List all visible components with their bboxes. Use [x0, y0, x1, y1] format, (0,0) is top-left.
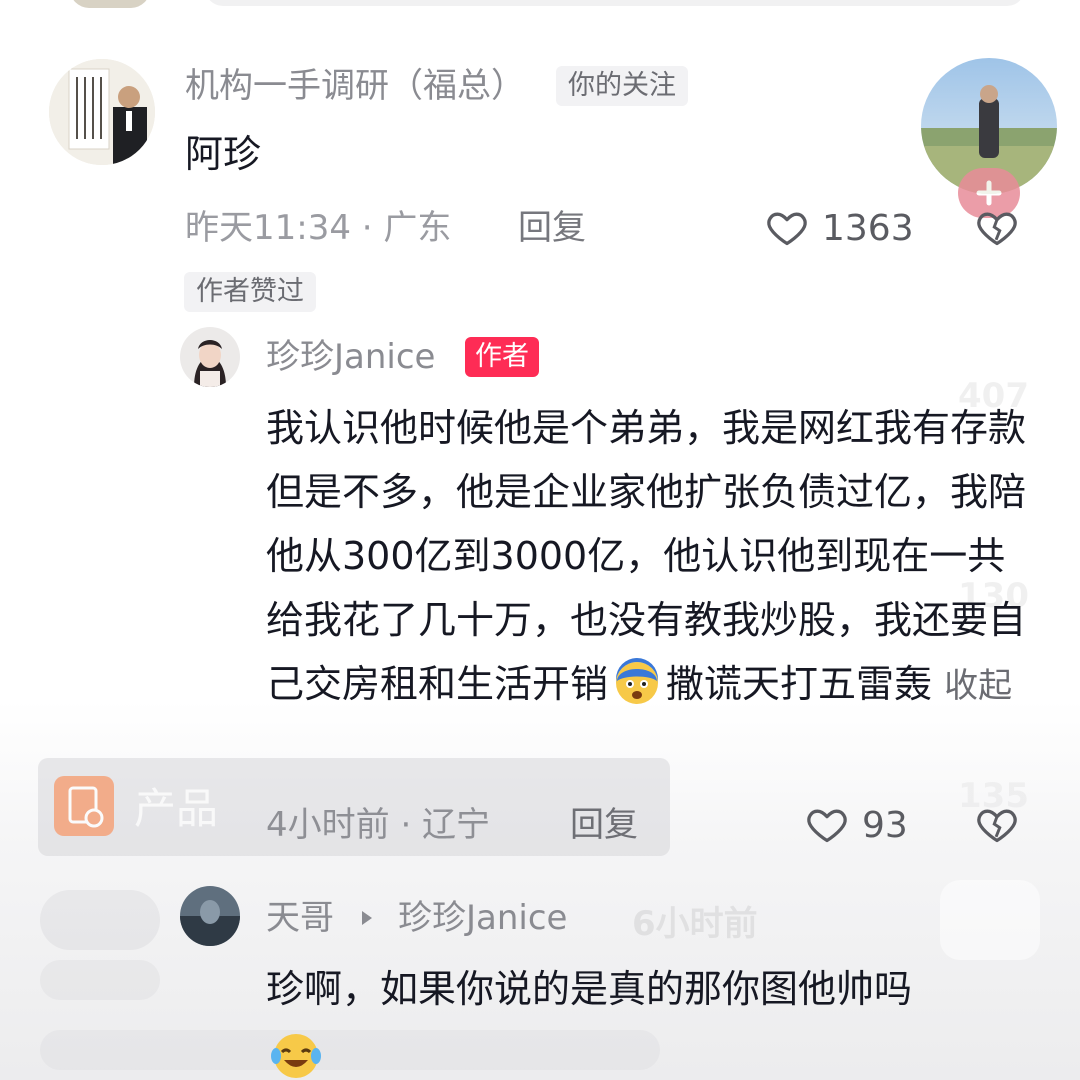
- reply2-username[interactable]: 天哥: [266, 898, 334, 938]
- heart-icon: [767, 212, 807, 246]
- comment-text: 阿珍: [185, 132, 262, 176]
- previous-avatar-sliver: [70, 0, 150, 8]
- commenter-username[interactable]: 机构一手调研（福总）: [185, 66, 525, 106]
- ghost-time: 6小时前: [632, 904, 758, 944]
- author-reply-like-count: 93: [862, 805, 908, 846]
- author-avatar[interactable]: [180, 327, 240, 387]
- bottom-fade-overlay: [0, 700, 1080, 1080]
- follow-status-tag: 你的关注: [556, 66, 688, 106]
- dislike-broken-heart-icon[interactable]: [974, 205, 1020, 249]
- laughing-crying-emoji-icon: [271, 1034, 321, 1078]
- reply-button[interactable]: 回复: [518, 208, 586, 248]
- scared-face-emoji-icon: [616, 658, 659, 704]
- blurred-bg-row-2: [40, 960, 160, 1000]
- reply2-text: 珍啊，如果你说的是真的那你图他帅吗: [266, 967, 913, 1011]
- comment-time-location: 昨天11:34 · 广东: [185, 208, 452, 248]
- previous-comment-sliver: [205, 0, 1025, 6]
- dislike-broken-heart-icon[interactable]: [974, 802, 1020, 846]
- reply2-avatar[interactable]: [180, 886, 240, 946]
- reply2-target-username[interactable]: 珍珍Janice: [398, 898, 567, 938]
- like-count: 1363: [822, 208, 914, 249]
- blurred-bg-row-3: [40, 1030, 660, 1070]
- author-tag: 作者: [465, 337, 539, 377]
- heart-icon: [807, 809, 847, 843]
- author-reply-time-location: 4小时前 · 辽宁: [266, 805, 491, 845]
- ghost-share-arrow: [940, 880, 1040, 960]
- author-liked-tag: 作者赞过: [184, 272, 316, 312]
- product-label: 产品: [134, 784, 219, 833]
- author-avatar-image: [180, 327, 240, 387]
- document-icon-shape: [68, 786, 104, 828]
- reply2-avatar-image: [180, 886, 240, 946]
- collapse-link[interactable]: 收起: [944, 666, 1012, 706]
- author-reply-reply-button[interactable]: 回复: [570, 805, 638, 845]
- blurred-bg-row-1: [40, 890, 160, 950]
- author-username[interactable]: 珍珍Janice: [266, 337, 435, 377]
- reply-arrow-icon: [362, 911, 372, 925]
- like-button[interactable]: 1363: [764, 203, 914, 253]
- author-reply-like-button[interactable]: 93: [804, 800, 924, 850]
- commenter-avatar[interactable]: [49, 59, 155, 165]
- product-document-icon: [54, 776, 114, 836]
- commenter-avatar-image: [49, 59, 155, 165]
- author-reply-text: 我认识他时候他是个弟弟，我是网红我有存款但是不多，他是企业家他扩张负债过亿，我陪…: [266, 396, 1031, 718]
- author-reply-tail-text: 撒谎天打五雷轰: [666, 662, 933, 706]
